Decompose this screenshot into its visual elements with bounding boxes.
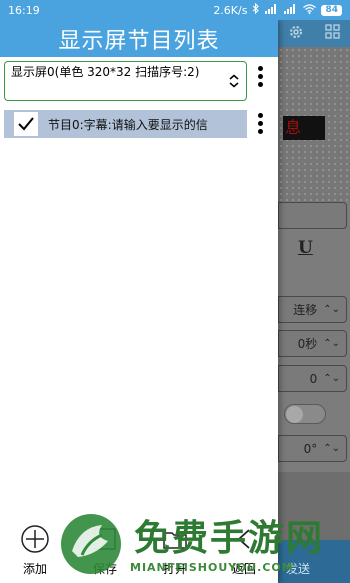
led-preview-text: 息	[283, 116, 325, 140]
signal-icon-2	[284, 3, 298, 17]
signal-icon	[265, 3, 279, 17]
grid-icon	[325, 24, 340, 43]
program-list-item[interactable]: 节目0:字幕:请输入要显示的信	[4, 110, 247, 138]
back-button[interactable]: 返回	[218, 524, 270, 577]
program-more-menu-icon[interactable]	[255, 113, 265, 134]
program-item-label: 节目0:字幕:请输入要显示的信	[48, 117, 208, 132]
background-angle-select: 0° ⌃⌄	[278, 435, 347, 462]
folder-icon	[163, 532, 187, 549]
background-text-field	[278, 202, 347, 229]
background-speed-select: 0 ⌃⌄	[278, 365, 347, 392]
screen-more-menu-icon[interactable]	[255, 66, 265, 87]
add-button[interactable]: 添加	[9, 524, 61, 577]
gear-icon	[288, 24, 304, 44]
send-button[interactable]: 发送	[272, 524, 324, 577]
bluetooth-icon	[252, 2, 260, 17]
battery-indicator: 84	[321, 4, 342, 16]
background-duration-select: 0秒 ⌃⌄	[278, 330, 347, 357]
save-button[interactable]: 保存	[79, 524, 131, 577]
screen-select[interactable]: 显示屏0(单色 320*32 扫描序号:2)	[4, 61, 247, 101]
network-speed: 2.6K/s	[213, 3, 248, 17]
back-arrow-icon	[237, 529, 250, 549]
program-list-drawer: 显示屏节目列表 显示屏0(单色 320*32 扫描序号:2) 节目0:字幕:请输…	[0, 20, 278, 583]
add-circle-icon	[21, 525, 49, 553]
chevron-updown-icon: ⌃⌄	[323, 443, 340, 454]
status-time: 16:19	[8, 3, 40, 17]
background-toolbar	[278, 20, 350, 47]
save-icon	[94, 528, 116, 550]
open-button[interactable]: 打开	[149, 524, 201, 577]
program-checkbox[interactable]	[14, 112, 38, 136]
screen-select-text: 显示屏0(单色 320*32 扫描序号:2)	[11, 65, 200, 79]
background-toggle	[284, 404, 326, 424]
check-icon	[18, 117, 34, 131]
underline-button: U	[298, 238, 313, 258]
background-effect-select: 连移 ⌃⌄	[278, 296, 347, 323]
chevron-updown-icon	[229, 74, 239, 88]
chevron-updown-icon: ⌃⌄	[323, 338, 340, 349]
status-bar: 16:19 2.6K/s 84	[0, 0, 350, 20]
wifi-icon	[303, 3, 317, 17]
chevron-updown-icon: ⌃⌄	[323, 373, 340, 384]
chevron-updown-icon: ⌃⌄	[323, 304, 340, 315]
drawer-title: 显示屏节目列表	[0, 20, 278, 57]
drawer-toolbar: 添加 保存 打开 返回	[0, 520, 278, 583]
status-indicators: 2.6K/s 84	[213, 2, 342, 17]
